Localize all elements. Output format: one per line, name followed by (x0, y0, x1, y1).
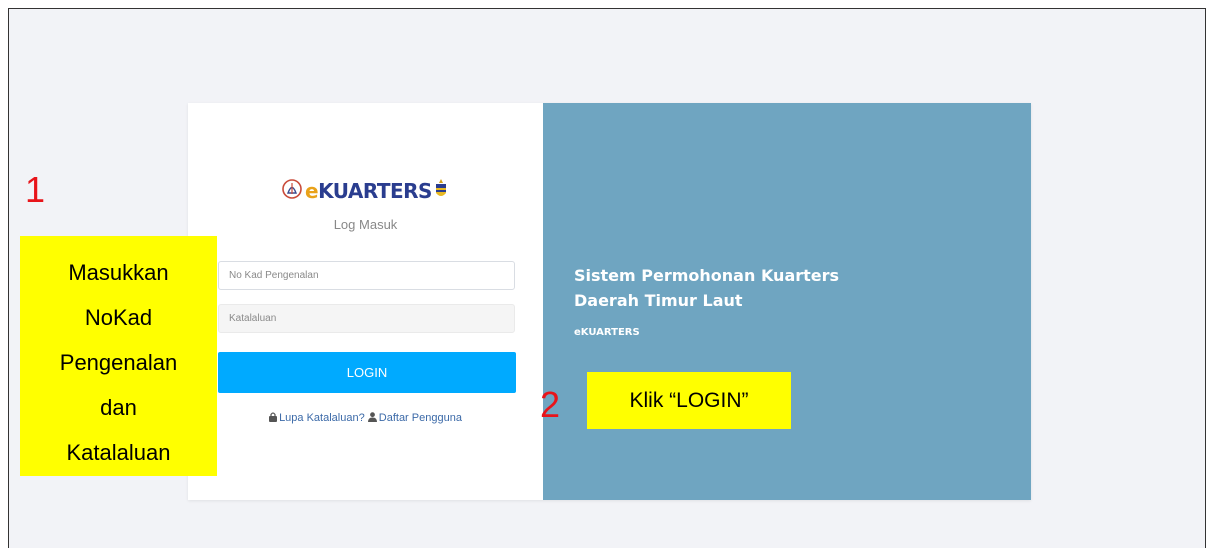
step-1-line: NoKad (84, 305, 153, 330)
lock-icon (269, 412, 278, 425)
system-title-line1: Sistem Permohonan Kuarters (574, 266, 840, 285)
step-2-text: Klik “LOGIN” (629, 388, 749, 412)
login-card: eKUARTERS Log Masuk LOGIN Lupa Katalalua… (188, 103, 1031, 500)
auth-links: Lupa Katalaluan? Daftar Pengguna (188, 412, 543, 425)
register-link[interactable]: Daftar Pengguna (367, 412, 462, 425)
system-title-line2: Daerah Timur Laut (574, 291, 743, 310)
system-shortname: eKUARTERS (574, 327, 640, 338)
login-pane: eKUARTERS Log Masuk LOGIN Lupa Katalalua… (188, 103, 543, 500)
step-1-number: 1 (25, 169, 46, 210)
crest-icon (281, 178, 303, 205)
logo-wordmark: eKUARTERS (305, 179, 432, 203)
ekuarters-logo: eKUARTERS (281, 176, 461, 206)
ic-number-input[interactable] (218, 261, 515, 290)
step-2-number: 2 (540, 384, 561, 425)
step-2-callout: Klik “LOGIN” (587, 372, 791, 429)
step-1-callout: Masukkan NoKad Pengenalan dan Katalaluan (20, 236, 217, 476)
step-1-line: dan (100, 395, 137, 420)
user-icon (367, 412, 377, 425)
register-label: Daftar Pengguna (378, 412, 462, 424)
step-1-line: Masukkan (68, 260, 169, 285)
login-subtitle: Log Masuk (333, 217, 398, 232)
forgot-password-label: Lupa Katalaluan? (279, 412, 365, 424)
info-pane: Sistem Permohonan Kuarters Daerah Timur … (543, 103, 1031, 500)
step-1-line: Pengenalan (59, 350, 178, 375)
forgot-password-link[interactable]: Lupa Katalaluan? (269, 412, 368, 424)
step-1-line: Katalaluan (66, 440, 171, 465)
state-emblem-icon (434, 178, 448, 205)
login-button[interactable]: LOGIN (218, 352, 516, 393)
system-title: Sistem Permohonan Kuarters Daerah Timur … (574, 263, 839, 313)
password-input[interactable] (218, 304, 515, 333)
